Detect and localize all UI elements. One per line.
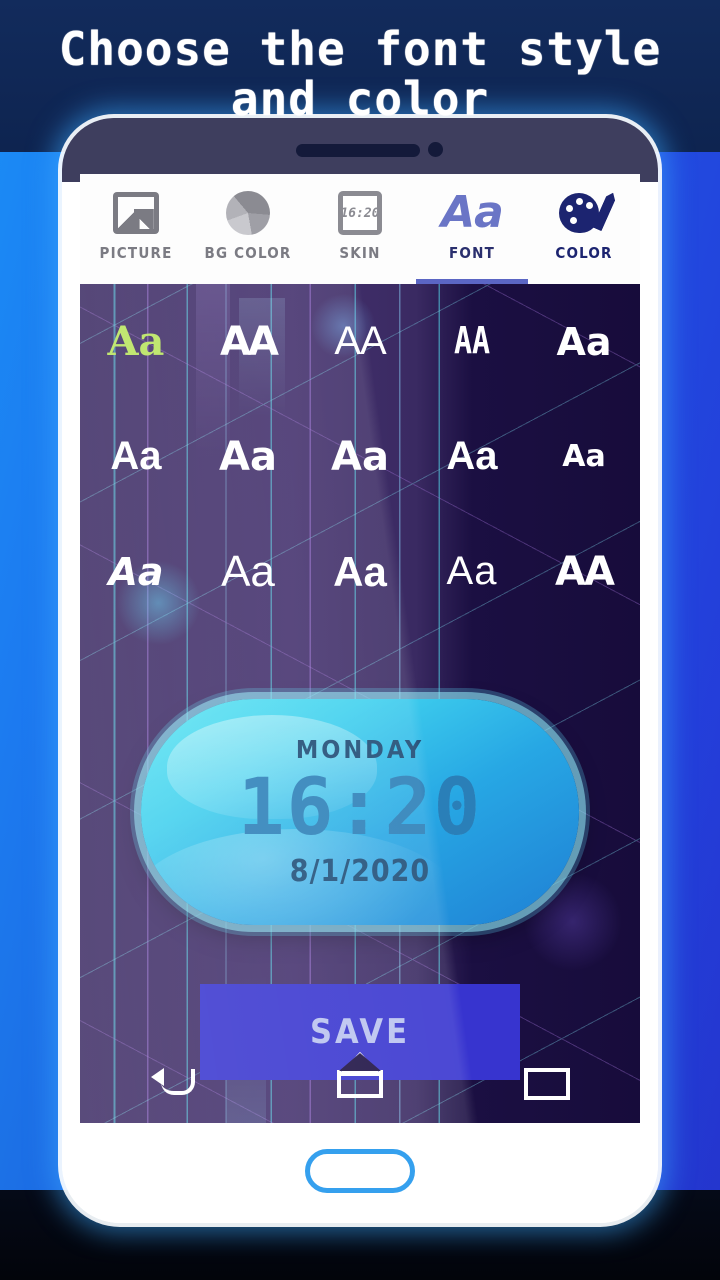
back-button[interactable] [138, 1059, 208, 1109]
clock-widget-preview[interactable]: MONDAY 16:20 8/1/2020 [141, 699, 579, 925]
phone-top-bezel [62, 118, 658, 182]
tab-skin[interactable]: 16:20 SKIN [304, 174, 416, 284]
speaker-slot-icon [296, 144, 420, 157]
tab-bg-color[interactable]: BG COLOR [192, 174, 304, 284]
font-sample: AA [555, 548, 615, 595]
clock-day-label: MONDAY [295, 735, 425, 764]
font-option-4[interactable]: Aa [528, 284, 640, 399]
tab-color[interactable]: COLOR [528, 174, 640, 284]
font-option-10[interactable]: Aa [80, 514, 192, 629]
font-sample: Aa [333, 547, 387, 595]
active-tab-indicator [416, 279, 528, 284]
font-sample: Aa [221, 546, 275, 596]
font-option-5[interactable]: Aa [80, 399, 192, 514]
wallpaper-preview: Aa AA AA AA Aa Aa Aa Aa Aa Aa Aa Aa Aa A… [80, 284, 640, 1123]
font-option-0[interactable]: Aa [80, 284, 192, 399]
back-icon [151, 1068, 196, 1099]
font-option-11[interactable]: Aa [192, 514, 304, 629]
phone-bottom-chin [62, 1125, 658, 1223]
font-sample: Aa [562, 439, 606, 474]
font-sample: AA [334, 319, 386, 363]
font-option-13[interactable]: Aa [416, 514, 528, 629]
font-sample: Aa [331, 433, 389, 480]
font-option-3[interactable]: AA [416, 284, 528, 399]
font-aa-icon: Aa [441, 184, 504, 242]
headline-line-1: Choose the font style [16, 24, 704, 74]
editor-toolbar: PICTURE BG COLOR 16:20 SKIN Aa FONT COLO… [80, 174, 640, 284]
home-button-nav[interactable] [325, 1059, 395, 1109]
skin-clock-icon: 16:20 [338, 184, 382, 242]
phone-mockup: PICTURE BG COLOR 16:20 SKIN Aa FONT COLO… [62, 118, 658, 1223]
tab-font[interactable]: Aa FONT [416, 174, 528, 284]
clock-date-label: 8/1/2020 [289, 854, 431, 889]
font-option-1[interactable]: AA [192, 284, 304, 399]
physical-home-button[interactable] [305, 1149, 415, 1193]
font-sample: Aa [446, 434, 498, 478]
picture-icon [113, 184, 159, 242]
font-sample: Aa [108, 549, 164, 594]
recents-icon [523, 1068, 570, 1100]
font-icon-text: Aa [441, 187, 504, 238]
font-option-6[interactable]: Aa [192, 399, 304, 514]
tab-bg-color-label: BG COLOR [204, 244, 292, 262]
recents-button[interactable] [512, 1059, 582, 1109]
front-camera-icon [428, 142, 443, 157]
skin-icon-text: 16:20 [338, 191, 382, 235]
font-sample: Aa [219, 433, 277, 480]
font-sample: Aa [110, 434, 162, 478]
tab-font-label: FONT [449, 244, 495, 262]
home-icon [336, 1070, 383, 1098]
palette-icon [559, 184, 609, 242]
font-option-12[interactable]: Aa [304, 514, 416, 629]
pie-chart-icon [226, 184, 270, 242]
font-option-8[interactable]: Aa [416, 399, 528, 514]
clock-time-label: 16:20 [237, 763, 483, 853]
font-sample: AA [220, 318, 279, 365]
font-sample: Aa [556, 319, 612, 364]
font-sample: Aa [107, 318, 165, 365]
phone-screen: PICTURE BG COLOR 16:20 SKIN Aa FONT COLO… [80, 174, 640, 1123]
font-style-grid: Aa AA AA AA Aa Aa Aa Aa Aa Aa Aa Aa Aa A… [80, 284, 640, 629]
tab-picture[interactable]: PICTURE [80, 174, 192, 284]
tab-skin-label: SKIN [339, 244, 381, 262]
font-sample: Aa [446, 549, 498, 593]
android-nav-bar [80, 1045, 640, 1123]
headline-line-2: and color [16, 74, 704, 124]
font-option-7[interactable]: Aa [304, 399, 416, 514]
font-option-2[interactable]: AA [304, 284, 416, 399]
tab-picture-label: PICTURE [99, 244, 173, 262]
font-sample: AA [453, 319, 491, 364]
promo-headline: Choose the font style and color [0, 24, 720, 124]
tab-color-label: COLOR [555, 244, 613, 262]
font-option-14[interactable]: AA [528, 514, 640, 629]
font-option-9[interactable]: Aa [528, 399, 640, 514]
